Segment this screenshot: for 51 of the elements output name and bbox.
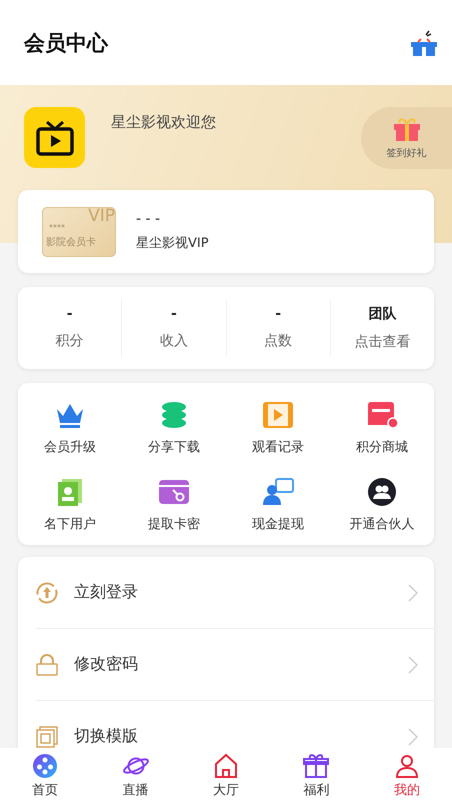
stat-label: 积分 xyxy=(56,332,84,350)
vip-number: - - - xyxy=(136,211,162,227)
vip-card[interactable]: **** VIP 影院会员卡 - - - 星尘影视VIP xyxy=(18,190,434,273)
menu-row[interactable]: 修改密码 xyxy=(36,629,434,701)
app-logo xyxy=(24,107,85,168)
nav-tab[interactable]: 福利 xyxy=(271,748,362,803)
vip-name: 星尘影视VIP xyxy=(136,235,209,252)
stat-value: - xyxy=(66,306,73,322)
feature-item[interactable]: 分享下载 xyxy=(122,401,226,456)
feature-item[interactable]: 现金提现 xyxy=(226,478,330,533)
stat-label: 点数 xyxy=(264,332,292,350)
chevron-icon xyxy=(408,656,418,674)
nav-tab[interactable]: 大厅 xyxy=(180,748,272,803)
nav-tab[interactable]: 我的 xyxy=(362,748,452,803)
gift-icon xyxy=(392,116,422,142)
feature-item[interactable]: 观看记录 xyxy=(226,401,330,456)
feature-item[interactable]: 开通合伙人 xyxy=(330,478,434,533)
feature-item[interactable]: 提取卡密 xyxy=(122,478,226,533)
user-chat-icon xyxy=(262,478,294,506)
page-title: 会员中心 xyxy=(24,30,108,56)
stat-value: - xyxy=(275,306,282,322)
contact-icon xyxy=(57,478,83,506)
people-icon xyxy=(368,478,396,506)
welcome-text: 星尘影视欢迎您 xyxy=(111,113,217,132)
gift-icon xyxy=(303,752,330,778)
card-watermark: VIP xyxy=(88,208,115,224)
nav-tab[interactable]: 直播 xyxy=(90,748,181,803)
feature-item[interactable]: 名下用户 xyxy=(18,478,122,533)
user-icon xyxy=(394,752,420,778)
card-label: 影院会员卡 xyxy=(45,236,97,250)
nav-tab[interactable]: 首页 xyxy=(0,748,90,803)
card-key-icon xyxy=(158,478,190,506)
stat-value: - xyxy=(170,306,177,322)
feature-item[interactable]: 会员升级 xyxy=(18,401,122,456)
stat-value: 团队 xyxy=(368,305,396,323)
feature-item[interactable]: 积分商城 xyxy=(330,401,434,456)
checkin-button[interactable]: 签到好礼 xyxy=(361,107,452,169)
menu-row[interactable]: 立刻登录 xyxy=(36,557,434,629)
film-icon xyxy=(262,401,294,429)
stat-label: 收入 xyxy=(160,332,188,350)
film-reel-icon xyxy=(32,752,58,778)
house-icon xyxy=(214,752,238,778)
card-mask: **** xyxy=(48,222,66,232)
lock-icon xyxy=(36,654,58,676)
shop-icon xyxy=(366,401,398,429)
chevron-icon xyxy=(408,584,418,602)
chevron-icon xyxy=(408,728,418,746)
gift-icon[interactable] xyxy=(410,28,438,58)
stack-icon xyxy=(160,401,188,429)
upload-icon xyxy=(36,582,58,604)
stat-label: 点击查看 xyxy=(354,333,410,351)
